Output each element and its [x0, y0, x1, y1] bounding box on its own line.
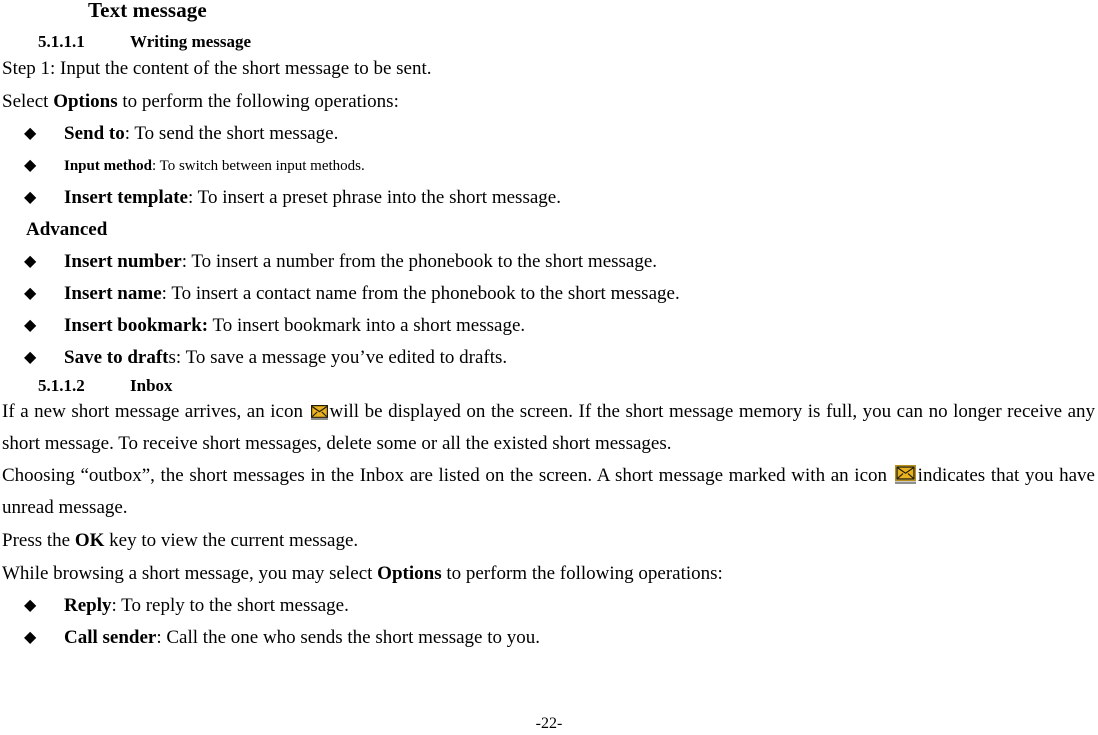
select-options-paragraph: Select Options to perform the following … [2, 85, 1095, 118]
section-number: 5.1.1.2 [38, 376, 85, 395]
envelope-icon [310, 405, 328, 420]
list-item-term: Send to [64, 123, 125, 144]
list-item-desc: : To insert a contact name from the phon… [161, 283, 680, 304]
section-heading-inbox: 5.1.1.2 Inbox [2, 376, 1095, 396]
list-item: ◆ Send to: To send the short message. [2, 118, 1095, 150]
diamond-bullet-icon: ◆ [24, 285, 37, 302]
diamond-bullet-icon: ◆ [24, 317, 37, 334]
list-item-term: Input method [64, 158, 152, 174]
diamond-bullet-icon: ◆ [24, 125, 37, 142]
list-item-desc: : To send the short message. [124, 123, 339, 144]
select-options-pre: Select [2, 91, 54, 112]
inbox-paragraph-1: If a new short message arrives, an icon … [2, 396, 1095, 460]
list-item-desc: : To insert a number from the phonebook … [181, 251, 658, 272]
list-item-desc: s: To save a message you’ve edited to dr… [168, 347, 508, 368]
inbox-paragraph-3-pre: Press the [2, 530, 75, 551]
inbox-paragraph-3-post: key to view the current message. [104, 530, 359, 551]
diamond-bullet-icon: ◆ [24, 629, 37, 646]
envelope-unread-icon [894, 465, 916, 484]
diamond-bullet-icon: ◆ [24, 253, 37, 270]
list-item-term: Reply [64, 595, 112, 616]
list-item-desc: : To insert a preset phrase into the sho… [188, 187, 561, 208]
section-title: Inbox [130, 376, 173, 395]
list-item: ◆ Insert number: To insert a number from … [2, 246, 1095, 278]
list-item-term: Save to draft [64, 347, 169, 368]
list-item-term: Insert number [64, 251, 182, 272]
list-item-term: Insert name [64, 283, 162, 304]
list-item-desc: : To switch between input methods. [151, 158, 365, 174]
list-item: ◆ Input method: To switch between input m… [2, 150, 1095, 182]
diamond-bullet-icon: ◆ [24, 597, 37, 614]
step1-paragraph: Step 1: Input the content of the short m… [2, 58, 432, 79]
advanced-label: Advanced [26, 219, 108, 240]
inbox-paragraph-4: While browsing a short message, you may … [2, 557, 1095, 590]
section-heading-writing-message: 5.1.1.1 Writing message [2, 32, 1095, 52]
section-number: 5.1.1.1 [38, 32, 85, 51]
document-page: Text message 5.1.1.1 Writing message Step… [0, 0, 1098, 735]
page-title: Text message [88, 0, 207, 22]
diamond-bullet-icon: ◆ [24, 157, 37, 174]
page-number-footer: -22- [535, 715, 563, 732]
list-item-desc: : Call the one who sends the short messa… [156, 627, 540, 648]
list-item: ◆ Insert template: To insert a preset phr… [2, 182, 1095, 214]
list-item-desc: : To reply to the short message. [111, 595, 349, 616]
list-item-term: Call sender [64, 627, 157, 648]
inbox-paragraph-1-pre: If a new short message arrives, an icon [2, 401, 309, 422]
inbox-paragraph-4-post: to perform the following operations: [441, 563, 723, 584]
diamond-bullet-icon: ◆ [24, 349, 37, 366]
diamond-bullet-icon: ◆ [24, 189, 37, 206]
options-label: Options [377, 563, 442, 584]
inbox-paragraph-2-pre: Choosing “outbox”, the short messages in… [2, 465, 893, 486]
list-item-term: Insert bookmark: [64, 315, 209, 336]
list-item: ◆ Reply: To reply to the short message. [2, 590, 1095, 622]
list-item: ◆ Save to drafts: To save a message you’v… [2, 342, 1095, 374]
select-options-post: to perform the following operations: [117, 91, 399, 112]
inbox-paragraph-3: Press the OK key to view the current mes… [2, 524, 1095, 557]
ok-key-label: OK [74, 530, 105, 551]
list-item: ◆ Insert name: To insert a contact name f… [2, 278, 1095, 310]
select-options-bold: Options [53, 91, 118, 112]
inbox-paragraph-4-pre: While browsing a short message, you may … [2, 563, 378, 584]
list-item-desc: To insert bookmark into a short message. [208, 315, 526, 336]
inbox-paragraph-2: Choosing “outbox”, the short messages in… [2, 460, 1095, 524]
list-item: ◆ Insert bookmark: To insert bookmark int… [2, 310, 1095, 342]
section-title: Writing message [130, 32, 252, 51]
list-item: ◆ Call sender: Call the one who sends the… [2, 622, 1095, 654]
list-item-term: Insert template [64, 187, 188, 208]
